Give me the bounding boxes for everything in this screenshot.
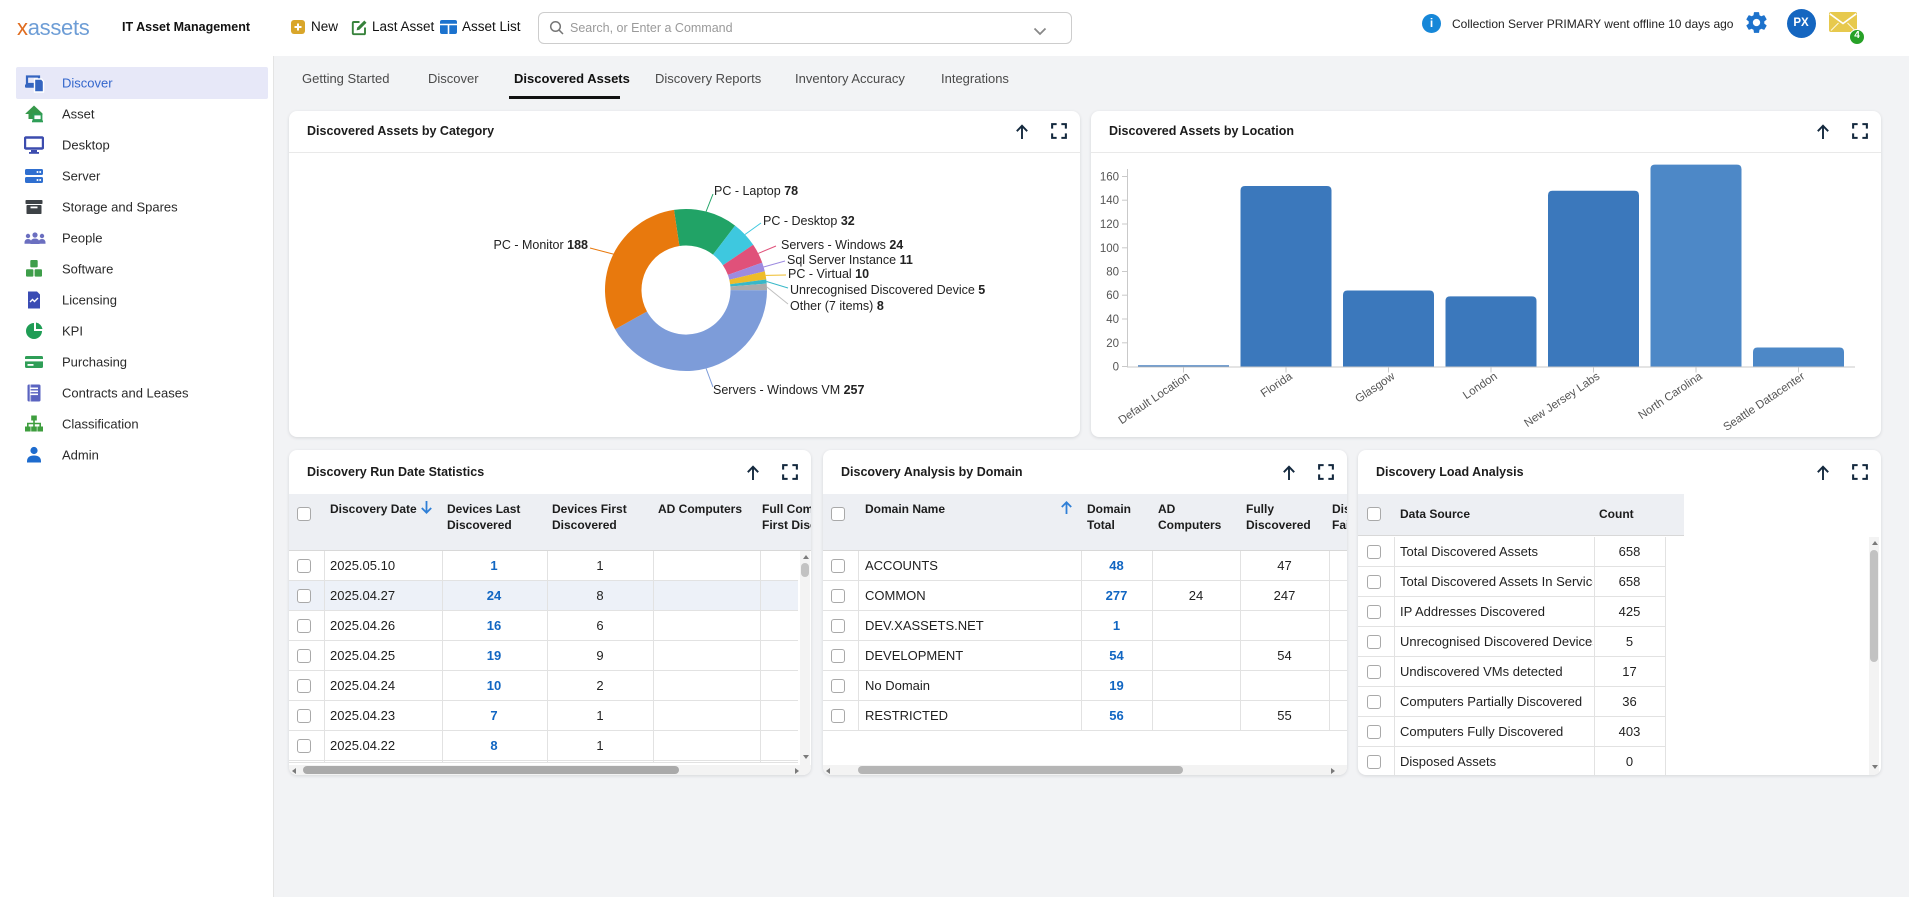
svg-text:120: 120 [1100,219,1119,231]
svg-text:Florida: Florida [1259,370,1295,400]
svg-text:Glasgow: Glasgow [1353,370,1397,405]
svg-text:80: 80 [1106,267,1119,279]
svg-text:London: London [1461,371,1500,402]
svg-text:New Jersey Labs: New Jersey Labs [1522,370,1602,429]
svg-text:North Carolina: North Carolina [1636,370,1705,422]
svg-text:Default Location: Default Location [1117,371,1193,427]
svg-text:160: 160 [1100,172,1119,184]
svg-text:Seattle Datacenter: Seattle Datacenter [1721,370,1807,433]
svg-text:40: 40 [1106,314,1119,326]
svg-text:60: 60 [1106,290,1119,302]
svg-text:140: 140 [1100,195,1119,207]
svg-text:20: 20 [1106,338,1119,350]
svg-text:100: 100 [1100,243,1119,255]
svg-text:0: 0 [1113,362,1119,374]
